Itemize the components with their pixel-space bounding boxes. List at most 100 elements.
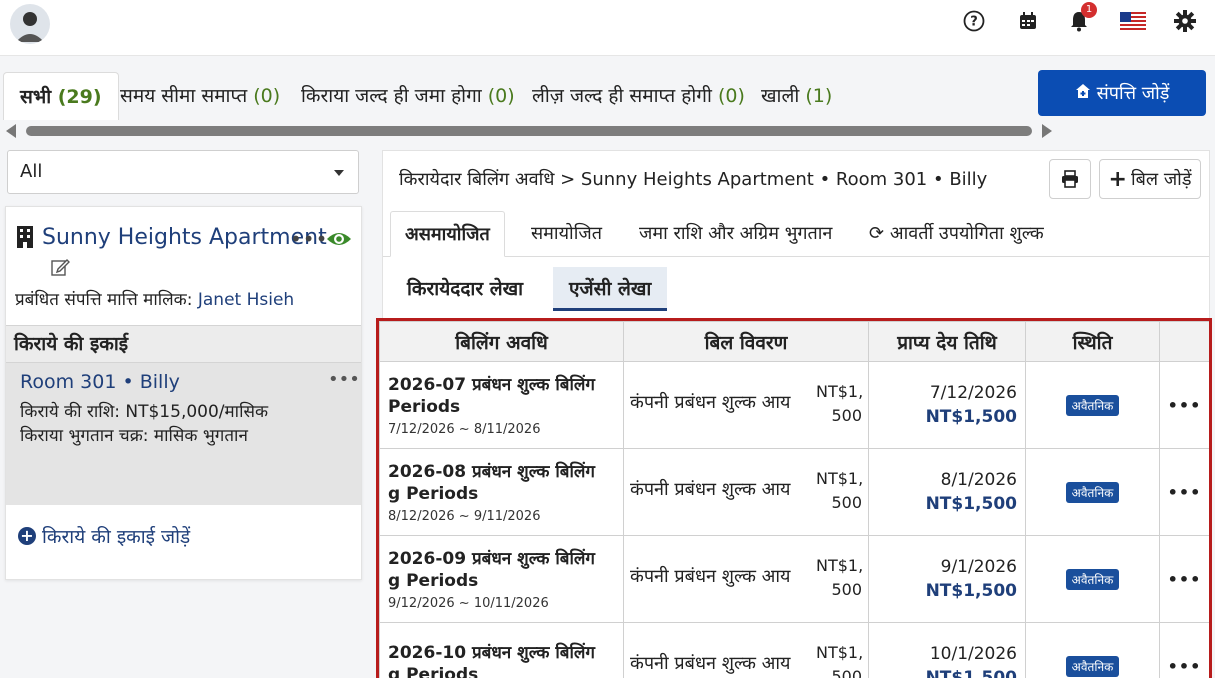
due-amount[interactable]: NT$1,500 [869,579,1017,603]
add-bill-button[interactable]: + बिल जोड़ें [1099,159,1201,199]
property-name[interactable]: Sunny Heights Apartment [42,225,327,250]
plus-circle-icon: + [18,527,36,545]
tabs-scrollbar[interactable] [6,124,1052,138]
tab-lease-ending-soon[interactable]: लीज़ जल्द ही समाप्त होगी (0) [516,72,761,120]
status-cell: अवैतनिक [1025,535,1160,623]
tab-count: (0) [253,85,281,107]
billing-period-cell: 2026-08 प्रबंधन शुल्क बिलिंग g Periods 8… [379,448,624,536]
table-row[interactable]: 2026-07 प्रबंधन शुल्क बिलिंग Periods 7/1… [379,361,1209,449]
us-flag-icon[interactable] [1120,8,1146,34]
due-date: 9/1/2026 [940,557,1017,577]
edit-icon[interactable] [50,257,70,277]
filter-selected-value: All [20,161,43,182]
bill-details-cell: कंपनी प्रबंधन शुल्क आय NT$1, 500 [623,361,869,449]
property-more-icon[interactable]: ••• [290,227,328,251]
row-more-icon[interactable]: ••• [1159,361,1209,449]
table-row[interactable]: 2026-10 प्रबंधन शुल्क बिलिंग g Periods क… [379,622,1209,678]
period-title: 2026-07 प्रबंधन शुल्क बिलिंग [388,374,595,395]
user-avatar[interactable] [10,4,50,44]
tab-rent-due-soon[interactable]: किराया जल्द ही जमा होगा (0) [285,72,531,120]
due-date-cell: 8/1/2026 NT$1,500 [868,448,1026,536]
tab-adjusted[interactable]: समायोजित [517,211,616,257]
tab-tenant-ledger[interactable]: किरायेददार लेखा [391,267,539,311]
due-amount[interactable]: NT$1,500 [869,666,1017,678]
bill-amount: NT$1, 500 [816,554,864,602]
col-bill-details[interactable]: बिल विवरण [623,321,869,362]
owner-name[interactable]: Janet Hsieh [198,290,294,310]
gear-icon[interactable] [1172,8,1198,34]
tab-unadjusted[interactable]: असमायोजित [390,211,505,257]
property-owner: प्रबंधित संपत्ति मात्ति मालिक: Janet Hsi… [15,287,294,310]
scroll-left-icon[interactable] [6,124,16,138]
scroll-right-icon[interactable] [1042,124,1052,138]
period-range: 7/12/2026 ~ 8/11/2026 [388,421,541,437]
status-cell: अवैतनिक [1025,361,1160,449]
bill-details-cell: कंपनी प्रबंधन शुल्क आय NT$1, 500 [623,622,869,678]
property-card: Sunny Heights Apartment ••• प्रबंधित संप… [5,206,362,580]
bill-amount-line2: 500 [831,667,862,678]
add-bill-label: बिल जोड़ें [1130,169,1192,190]
tab-deposits-advance[interactable]: जमा राशि और अग्रिम भुगतान [625,211,846,257]
unit-title[interactable]: Room 301 • Billy [20,371,180,393]
bill-amount-line1: NT$1, [816,556,864,575]
bill-details-cell: कंपनी प्रबंधन शुल्क आय NT$1, 500 [623,448,869,536]
bill-amount: NT$1, 500 [816,380,863,428]
bill-amount-line2: 500 [831,493,862,512]
tab-count: (1) [805,85,833,107]
bill-details-cell: कंपनी प्रबंधन शुल्क आय NT$1, 500 [623,535,869,623]
owner-label: प्रबंधित संपत्ति मात्ति मालिक: [15,290,193,310]
plus-icon: + [1108,166,1127,192]
tab-vacant[interactable]: खाली (1) [745,72,848,120]
bill-description: कंपनी प्रबंधन शुल्क आय [630,392,791,413]
breadcrumb: किरायेदार बिलिंग अवधि > Sunny Heights Ap… [399,169,988,190]
tab-label: लीज़ जल्द ही समाप्त होगी [532,85,712,107]
row-more-icon[interactable]: ••• [1159,622,1209,678]
top-bar: ? 1 [0,0,1215,56]
tab-recurring-utility[interactable]: ⟳ आवर्ती उपयोगिता शुल्क [855,211,1058,257]
notification-badge: 1 [1081,2,1097,18]
col-status[interactable]: स्थिति [1025,321,1160,362]
bell-icon[interactable]: 1 [1066,2,1097,34]
unit-more-icon[interactable]: ••• [328,369,360,390]
scrollbar-thumb[interactable] [26,126,1032,136]
help-icon[interactable]: ? [961,8,987,34]
row-more-icon[interactable]: ••• [1159,535,1209,623]
tab-label: किराया जल्द ही जमा होगा [301,85,482,107]
rental-unit-item[interactable]: Room 301 • Billy ••• किराये की राशि: NT$… [6,363,361,505]
tab-label: समय सीमा समाप्त [120,85,248,107]
row-more-icon[interactable]: ••• [1159,448,1209,536]
add-property-label: संपत्ति जोड़ें [1096,83,1170,104]
col-billing-period[interactable]: बिलिंग अवधि [379,321,624,362]
eye-icon[interactable] [326,229,352,249]
calendar-icon[interactable] [1015,8,1041,34]
due-date-cell: 9/1/2026 NT$1,500 [868,535,1026,623]
bill-amount: NT$1, 500 [816,641,863,678]
unit-payment-cycle: किराया भुगतान चक्र: मासिक भुगतान [20,426,248,446]
tab-agency-ledger[interactable]: एजेंसी लेखा [553,267,668,311]
due-date: 7/12/2026 [929,383,1017,403]
bill-description: कंपनी प्रबंधन शुल्क आय [630,479,791,500]
col-due-date[interactable]: प्राप्य देय तिथि [868,321,1026,362]
due-amount[interactable]: NT$1,500 [869,405,1017,429]
add-property-button[interactable]: संपत्ति जोड़ें [1038,70,1206,116]
billing-table-highlight: बिलिंग अवधि बिल विवरण प्राप्य देय तिथि स… [376,318,1212,678]
property-filter-select[interactable]: All [7,150,359,194]
billing-period-cell: 2026-10 प्रबंधन शुल्क बिलिंग g Periods [379,622,624,678]
period-title: 2026-09 प्रबंधन शुल्क बिलिंग [388,548,595,569]
due-amount[interactable]: NT$1,500 [869,492,1017,516]
bill-description: कंपनी प्रबंधन शुल्क आय [630,653,791,674]
add-rental-unit-button[interactable]: + किराये की इकाई जोड़ें [18,523,190,549]
tab-expired[interactable]: समय सीमा समाप्त (0) [104,72,296,120]
billing-period-cell: 2026-09 प्रबंधन शुल्क बिलिंग g Periods 9… [379,535,624,623]
status-cell: अवैतनिक [1025,622,1160,678]
table-row[interactable]: 2026-08 प्रबंधन शुल्क बिलिंग g Periods 8… [379,448,1209,536]
tab-all[interactable]: सभी (29) [3,72,119,120]
property-status-tabs: सभी (29) समय सीमा समाप्त (0) किराया जल्द… [0,58,1215,122]
unit-separator: • [122,371,134,393]
tab-count: (0) [487,85,515,107]
bill-amount-line2: 500 [831,406,862,425]
table-row[interactable]: 2026-09 प्रबंधन शुल्क बिलिंग g Periods 9… [379,535,1209,623]
unit-tenant: Billy [139,371,180,393]
print-button[interactable] [1049,159,1091,199]
building-icon [17,226,33,248]
